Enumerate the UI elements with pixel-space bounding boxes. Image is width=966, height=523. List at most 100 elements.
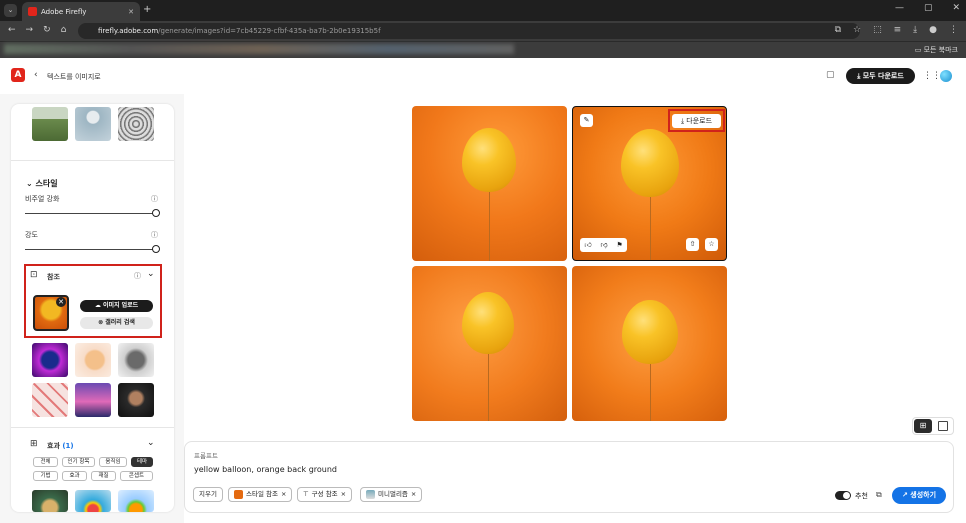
composition-thumb-monument[interactable] — [75, 107, 111, 141]
composition-thumb-owl[interactable] — [118, 107, 154, 141]
effect-chip-material[interactable]: 재질 — [91, 471, 116, 481]
minimalism-thumb — [366, 490, 375, 499]
reload-icon[interactable]: ↻ — [43, 25, 51, 35]
effect-chip-all[interactable]: 전체 — [33, 457, 58, 467]
download-all-button[interactable]: ⤓ 모두 다운로드 — [846, 68, 915, 84]
adobe-favicon-icon — [28, 7, 37, 16]
remove-reference-icon[interactable]: ✕ — [56, 297, 66, 307]
clear-label: 지우기 — [199, 490, 217, 498]
info-icon[interactable]: ⓘ — [151, 194, 158, 204]
recommend-label: 추천 — [855, 492, 868, 500]
generated-image-1[interactable] — [412, 106, 567, 261]
effect-chip-popular[interactable]: 인기 항목 — [62, 457, 95, 467]
info-icon[interactable]: ⓘ — [151, 230, 158, 240]
thumbs-down-icon[interactable]: 👎︎ — [600, 238, 607, 252]
composition-reference-chip[interactable]: ⊤ 구성 참조 × — [297, 487, 353, 502]
balloon — [462, 292, 514, 354]
style-ref-thumb — [234, 490, 243, 499]
effect-thumb-3[interactable] — [118, 490, 154, 512]
effect-thumb-1[interactable] — [32, 490, 68, 512]
back-chevron-icon[interactable]: ‹ — [34, 70, 38, 80]
strength-track[interactable] — [25, 249, 155, 250]
feedback-chat-icon[interactable]: ▢ — [826, 70, 835, 80]
back-arrow-icon[interactable]: ← — [8, 25, 16, 35]
recommend-toggle[interactable] — [835, 491, 851, 500]
remove-icon[interactable]: × — [411, 488, 416, 501]
strength-knob[interactable] — [152, 245, 160, 253]
adobe-logo-icon[interactable]: A — [11, 68, 25, 82]
clear-button[interactable]: 지우기 — [193, 487, 223, 502]
info-icon[interactable]: ⓘ — [134, 271, 141, 281]
ref-thumb-portrait[interactable] — [118, 383, 154, 417]
chevron-down-icon[interactable]: ⌄ — [147, 269, 155, 279]
profile-icon[interactable]: ● — [929, 25, 937, 35]
new-tab-button[interactable]: + — [143, 4, 151, 15]
ref-thumb-sketch[interactable] — [118, 343, 154, 377]
minimize-button[interactable]: — — [895, 3, 904, 13]
edit-pencil-icon[interactable]: ✎ — [580, 114, 593, 127]
downloads-icon[interactable]: ⤓ — [913, 25, 917, 35]
extensions-icon[interactable]: ⬚ — [873, 25, 882, 35]
chevron-down-icon[interactable]: ⌄ — [147, 438, 155, 448]
minimalism-chip[interactable]: 미니멀리즘 × — [360, 487, 423, 502]
ref-thumb-thumbsup[interactable] — [75, 343, 111, 377]
avatar[interactable] — [940, 70, 952, 82]
translate-icon[interactable]: ⧉ — [835, 25, 841, 35]
style-section-title: 스타일 — [35, 179, 58, 188]
bookmark-star-icon[interactable]: ☆ — [853, 25, 861, 35]
all-bookmarks[interactable]: ▭ 모든 북마크 — [915, 45, 958, 55]
folder-icon: ▭ — [914, 46, 924, 54]
remove-icon[interactable]: × — [281, 488, 286, 501]
balloon — [621, 129, 679, 197]
browser-menu-icon[interactable]: ⋮ — [949, 25, 958, 35]
generated-image-3[interactable] — [412, 266, 567, 421]
strength-label: 강도 — [25, 231, 38, 239]
generate-label: 생성하기 — [910, 491, 937, 499]
generate-button[interactable]: ↗ 생성하기 — [892, 487, 946, 504]
share-icon[interactable]: ⇧ — [686, 238, 699, 251]
balloon — [622, 300, 678, 364]
prompt-input[interactable]: yellow balloon, orange back ground — [194, 465, 337, 474]
app-header — [0, 58, 966, 94]
download-button[interactable]: ⤓ 다운로드 — [672, 114, 721, 128]
ref-thumb-neon[interactable] — [32, 343, 68, 377]
feedback-bar: 👍︎ 👎︎ ⚑ — [580, 238, 627, 252]
restore-button[interactable]: ▢ — [924, 3, 933, 13]
media-icon[interactable]: ≡ — [894, 25, 902, 35]
address-bar[interactable]: firefly.adobe.com/generate/images?id=7cb… — [78, 23, 860, 39]
gallery-search-button[interactable]: ⊗ 갤러리 검색 — [80, 317, 153, 329]
thumbs-up-icon[interactable]: 👍︎ — [584, 238, 591, 252]
effect-chip-concept[interactable]: 콘셉트 — [120, 471, 153, 481]
tab-title: Adobe Firefly — [41, 7, 87, 16]
favorite-star-icon[interactable]: ☆ — [705, 238, 718, 251]
composition-thumb-road[interactable] — [32, 107, 68, 141]
single-view-icon[interactable] — [938, 421, 948, 431]
visual-intensity-knob[interactable] — [152, 209, 160, 217]
effect-chip-effect[interactable]: 효과 — [62, 471, 87, 481]
effect-chip-theme[interactable]: 테마 — [131, 457, 153, 467]
remove-icon[interactable]: × — [341, 488, 346, 501]
breadcrumb[interactable]: 텍스트를 이미지로 — [47, 72, 101, 82]
style-reference-chip[interactable]: 스타일 참조 × — [228, 487, 293, 502]
tab-search-button[interactable]: ⌄ — [4, 4, 17, 17]
tab-close-icon[interactable]: ✕ — [128, 8, 134, 16]
style-section-header[interactable]: ⌄ 스타일 — [26, 178, 58, 189]
balloon — [462, 128, 516, 192]
effect-thumb-2[interactable] — [75, 490, 111, 512]
ref-thumb-pattern[interactable] — [32, 383, 68, 417]
upload-image-label: 이미지 업로드 — [102, 302, 139, 309]
effect-chip-technique[interactable]: 기법 — [33, 471, 58, 481]
effect-chip-motion[interactable]: 움직임 — [99, 457, 127, 467]
generated-image-4[interactable] — [572, 266, 727, 421]
browser-tab[interactable]: Adobe Firefly ✕ — [22, 2, 140, 21]
close-window-button[interactable]: ✕ — [952, 3, 960, 13]
forward-arrow-icon[interactable]: → — [26, 25, 34, 35]
upload-image-button[interactable]: ☁ 이미지 업로드 — [80, 300, 153, 312]
flag-icon[interactable]: ⚑ — [616, 238, 622, 252]
visual-intensity-track[interactable] — [25, 213, 155, 214]
ref-thumb-clouds[interactable] — [75, 383, 111, 417]
grid-view-icon[interactable]: ⊞ — [914, 419, 932, 433]
aspect-ratio-icon[interactable]: ⧉ — [876, 490, 882, 500]
all-bookmarks-label: 모든 북마크 — [923, 46, 958, 54]
home-icon[interactable]: ⌂ — [61, 25, 67, 35]
